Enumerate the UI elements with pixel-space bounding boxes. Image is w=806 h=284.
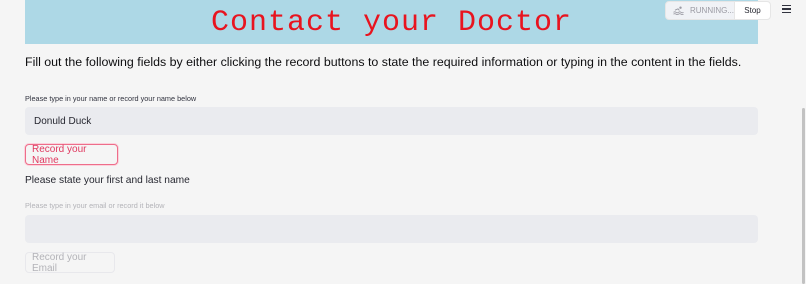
name-input[interactable]	[25, 107, 758, 135]
running-status: RUNNING...	[665, 1, 737, 20]
page-title: Contact your Doctor	[210, 6, 573, 40]
record-email-button[interactable]: Record your Email	[25, 252, 115, 274]
email-field-label: Please type in your email or record it b…	[25, 201, 165, 210]
email-input[interactable]	[25, 215, 758, 243]
name-field-label: Please type in your name or record your …	[25, 94, 197, 103]
swimmer-icon	[673, 6, 685, 15]
record-name-button[interactable]: Record your Name	[25, 144, 118, 166]
intro-text: Fill out the following fields by either …	[25, 55, 742, 69]
scrollbar[interactable]	[802, 108, 805, 284]
name-instruction: Please state your first and last name	[25, 175, 190, 186]
hamburger-menu-icon[interactable]	[778, 2, 794, 16]
stop-button[interactable]: Stop	[734, 1, 771, 20]
header-banner: Contact your Doctor	[25, 0, 758, 44]
status-label: RUNNING...	[690, 6, 734, 15]
